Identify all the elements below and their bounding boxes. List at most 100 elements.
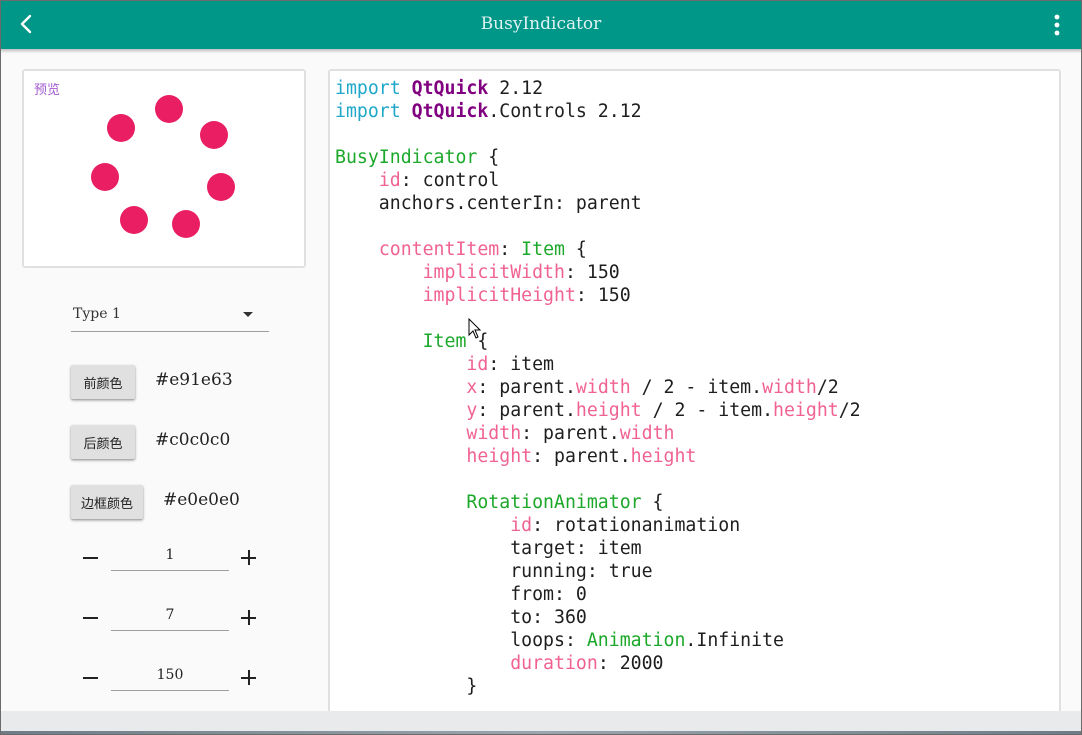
code-token: QtQuick [411,78,489,99]
code-line: import QtQuick 2.12 [335,77,861,100]
code-line: id: rotationanimation [335,514,861,537]
code-token: implicitWidth [422,262,565,283]
code-token: : item [488,354,555,375]
preview-panel: 预览 [22,69,306,268]
indicator-dot [200,121,228,149]
code-token: BusyIndicator [335,147,478,168]
foreground-color-button[interactable]: 前颜色 [71,365,135,399]
type-combo-value: Type 1 [73,306,121,322]
more-menu-button[interactable] [1042,8,1072,42]
code-token: / 2 - item. [641,400,774,421]
increment-button[interactable] [234,543,264,573]
background-color-button[interactable]: 后颜色 [71,425,135,459]
decrement-button[interactable] [76,663,106,693]
code-token: import [335,78,401,99]
code-line: id: control [335,169,861,192]
code-token: : 2000 [597,653,664,674]
code-token: height [630,446,697,467]
chevron-left-icon [20,14,32,34]
code-line: implicitHeight: 150 [335,284,861,307]
background-color-value: #c0c0c0 [155,430,231,450]
increment-button[interactable] [234,663,264,693]
code-text: import QtQuick 2.12 import QtQuick.Contro… [335,77,861,698]
code-token: Item [422,331,467,352]
code-token: contentItem [378,239,500,260]
code-token: anchors.centerIn: parent [335,193,642,214]
code-line: from: 0 [335,583,861,606]
code-token: : [499,239,522,260]
code-line: BusyIndicator { [335,146,861,169]
decrement-button[interactable] [76,603,106,633]
code-line: id: item [335,353,861,376]
stepper-field[interactable]: 1 [111,545,229,571]
code-line: anchors.centerIn: parent [335,192,861,215]
indicator-dot [207,173,235,201]
caret-down-icon [243,312,253,317]
code-token: width [466,423,522,444]
indicator-dot [172,210,200,238]
app-header: BusyIndicator [0,0,1082,49]
code-token: width [762,377,817,398]
code-token: : parent. [477,400,576,421]
code-token: : parent. [477,377,576,398]
code-token: width [619,423,675,444]
code-token: import [335,101,401,122]
code-token: Animation [586,630,686,651]
code-token: Item [521,239,565,260]
code-line: RotationAnimator { [335,491,861,514]
code-token: implicitHeight [422,285,576,306]
code-line: target: item [335,537,861,560]
page-title: BusyIndicator [480,14,602,34]
code-line: to: 360 [335,606,861,629]
code-line: running: true [335,560,861,583]
code-token: id [466,354,489,375]
code-token: : rotationanimation [532,515,741,536]
code-token: 2.12 [488,78,544,99]
stepper-field[interactable]: 150 [111,665,229,691]
code-line: y: parent.height / 2 - item.height/2 [335,399,861,422]
code-line: duration: 2000 [335,652,861,675]
code-viewer[interactable]: import QtQuick 2.12 import QtQuick.Contro… [328,69,1061,719]
code-token: } [335,676,478,697]
code-token: : parent. [532,446,631,467]
type-combo[interactable]: Type 1 [71,298,269,332]
code-token: duration [510,653,598,674]
border-color-value: #e0e0e0 [163,490,240,510]
code-line: loops: Animation.Infinite [335,629,861,652]
code-line: Item { [335,330,861,353]
indicator-dot [155,95,183,123]
code-token: : control [400,170,500,191]
code-token: /2 [838,400,861,421]
increment-button[interactable] [234,603,264,633]
decrement-button[interactable] [76,543,106,573]
stepper-field[interactable]: 7 [111,605,229,631]
more-vertical-icon [1054,14,1060,36]
code-token: id [510,515,533,536]
code-line: x: parent.width / 2 - item.width/2 [335,376,861,399]
code-token: height [773,400,839,421]
code-token: { [641,492,664,513]
border-color-button[interactable]: 边框颜色 [71,485,143,519]
code-token: { [564,239,587,260]
code-token: running: true [335,561,653,582]
code-token: id [378,170,401,191]
code-token: y [466,400,478,421]
back-button[interactable] [8,6,44,42]
foreground-color-value: #e91e63 [155,370,233,390]
